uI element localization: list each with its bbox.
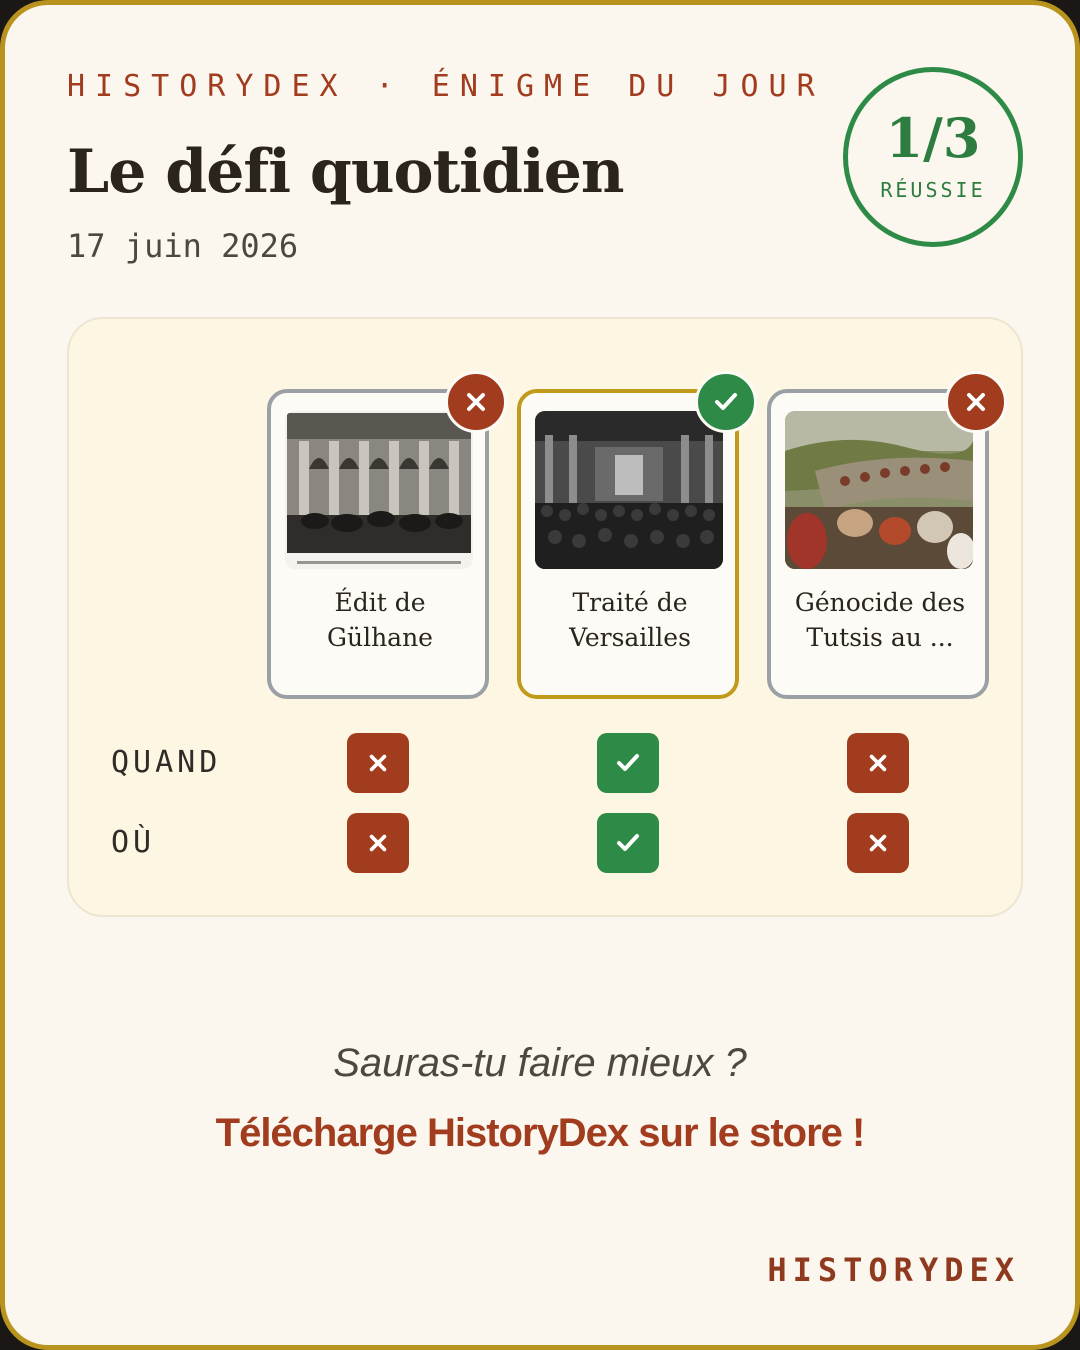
close-icon <box>369 834 387 852</box>
score-value: 1/3 <box>885 106 981 170</box>
check-icon <box>715 393 737 410</box>
score-badge: 1/3 RÉUSSIE <box>843 67 1023 247</box>
close-icon <box>869 754 887 772</box>
brand-wordmark: HISTORYDEX <box>767 1251 1020 1289</box>
incorrect-badge <box>945 371 1007 433</box>
share-card: HISTORYDEX · ÉNIGME DU JOUR Le défi quot… <box>0 0 1080 1350</box>
kicker-label: HISTORYDEX · ÉNIGME DU JOUR <box>67 69 825 104</box>
score-label: RÉUSSIE <box>880 178 986 202</box>
ou-result-card-2 <box>597 813 659 873</box>
quand-result-card-2 <box>597 733 659 793</box>
quand-result-card-3 <box>847 733 909 793</box>
event-image-engraving <box>285 411 473 569</box>
check-icon <box>617 834 639 851</box>
event-card-traite-de-versailles[interactable]: Traité de Versailles <box>517 371 757 699</box>
quand-result-card-1 <box>347 733 409 793</box>
results-board: Édit de Gülhane Traité de Versailles Gén… <box>67 317 1023 917</box>
close-icon <box>869 834 887 852</box>
page-title: Le défi quotidien <box>67 137 625 207</box>
close-icon <box>467 393 485 411</box>
challenge-prompt: Sauras-tu faire mieux ? <box>333 1041 747 1085</box>
challenge-date: 17 juin 2026 <box>67 227 299 265</box>
row-label-quand: QUAND <box>111 745 222 780</box>
row-label-ou: OÙ <box>111 825 156 860</box>
ou-result-card-1 <box>347 813 409 873</box>
incorrect-badge <box>445 371 507 433</box>
event-title: Édit de Gülhane <box>327 588 433 652</box>
close-icon <box>967 393 985 411</box>
event-title: Traité de Versailles <box>569 588 691 652</box>
event-title: Génocide des Tutsis au ... <box>794 588 966 652</box>
close-icon <box>369 754 387 772</box>
event-image-photo <box>535 411 723 569</box>
event-card-genocide-des-tutsis[interactable]: Génocide des Tutsis au ... <box>767 371 1007 699</box>
check-icon <box>617 754 639 771</box>
event-card-edit-de-gulhane[interactable]: Édit de Gülhane <box>267 371 507 699</box>
event-image-photo <box>785 411 973 569</box>
ou-result-card-3 <box>847 813 909 873</box>
download-cta-link[interactable]: Télécharge HistoryDex sur le store ! <box>5 1111 1075 1156</box>
correct-badge <box>695 371 757 433</box>
